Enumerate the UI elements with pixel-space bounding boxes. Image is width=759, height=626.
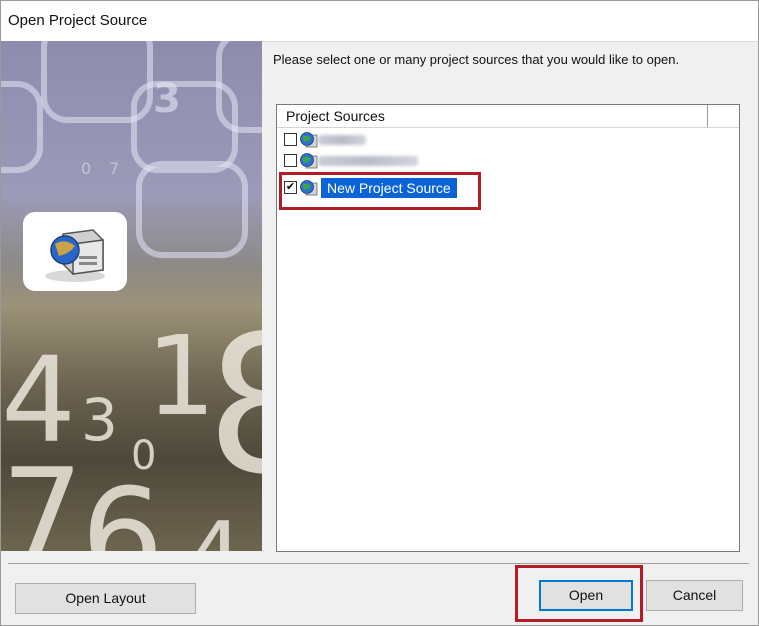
banner-rounded-square <box>136 161 248 258</box>
obscured-item-label <box>318 135 366 145</box>
highlight-annotation-selected-item <box>279 172 481 210</box>
column-header-project-sources[interactable]: Project Sources <box>286 108 385 124</box>
window-title: Open Project Source <box>8 12 148 29</box>
banner-rounded-square <box>216 41 262 133</box>
footer-separator <box>8 563 749 564</box>
banner-rounded-square <box>1 81 43 173</box>
list-item[interactable] <box>282 129 722 151</box>
project-source-logo-icon <box>45 229 105 282</box>
decorative-banner: 3 0 7 4 3 1 0 8 7 6 4 <box>1 41 262 551</box>
banner-digit: 6 <box>81 460 164 551</box>
globe-server-icon <box>300 153 318 169</box>
list-item[interactable] <box>282 150 722 172</box>
item-checkbox[interactable] <box>284 133 297 146</box>
item-checkbox[interactable] <box>284 154 297 167</box>
title-bar: Open Project Source <box>1 1 758 42</box>
banner-digit: 7 <box>109 159 120 178</box>
instruction-text: Please select one or many project source… <box>273 52 680 67</box>
cancel-button[interactable]: Cancel <box>646 580 743 611</box>
obscured-item-label <box>318 156 418 166</box>
highlight-annotation-open-button <box>515 565 643 622</box>
open-layout-button[interactable]: Open Layout <box>15 583 196 614</box>
banner-digit: 3 <box>153 76 181 122</box>
banner-digit: 4 <box>186 511 243 552</box>
banner-digit: 3 <box>81 386 118 454</box>
banner-digit: 8 <box>206 311 262 501</box>
banner-digit: 0 <box>81 159 92 178</box>
banner-logo-tile <box>23 212 127 291</box>
list-header: Project Sources <box>277 105 739 128</box>
column-divider[interactable] <box>707 105 708 127</box>
banner-digit: 7 <box>1 440 84 551</box>
globe-server-icon <box>300 132 318 148</box>
